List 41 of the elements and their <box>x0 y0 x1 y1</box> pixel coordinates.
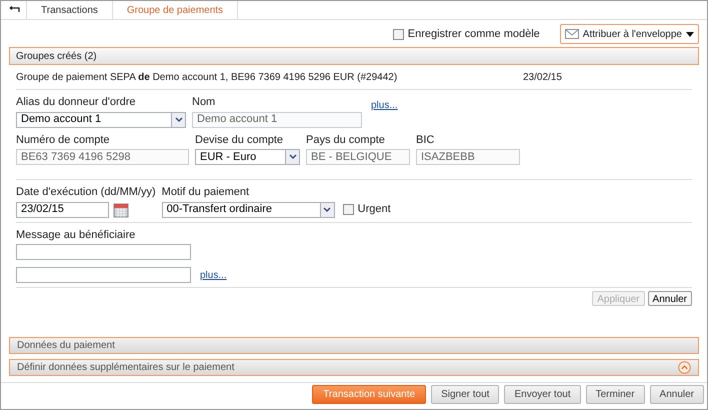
caret-icon <box>686 32 694 36</box>
dropdown-field[interactable]: 00-Transfert ordinaire <box>162 202 335 218</box>
section-header[interactable]: Groupes créés (2) <box>9 47 699 65</box>
chevron-up-icon[interactable] <box>678 361 691 374</box>
form-button[interactable]: Annuler <box>648 291 692 306</box>
footer-button[interactable]: Signer tout <box>431 385 500 404</box>
footer-button[interactable]: Envoyer tout <box>504 385 581 404</box>
field-label: BIC <box>416 132 436 148</box>
footer-button[interactable]: Terminer <box>586 385 645 404</box>
back-arrow-icon <box>8 6 20 14</box>
chevron-down-icon <box>285 150 299 164</box>
save-template-checkbox[interactable] <box>392 28 404 40</box>
input-field[interactable] <box>16 244 191 260</box>
breadcrumb-link[interactable]: Transactions <box>27 1 113 19</box>
chevron-down-icon <box>171 112 185 126</box>
field-label: Pays du compte <box>306 132 386 148</box>
field-label: Message au bénéficiaire <box>16 228 136 242</box>
dropdown-field[interactable]: Demo account 1 <box>16 112 186 128</box>
input-field[interactable] <box>16 267 191 283</box>
collapsed-panel[interactable]: Données du paiement <box>9 337 699 354</box>
chevron-down-icon <box>320 202 334 216</box>
input-field[interactable]: 23/02/15 <box>16 202 109 218</box>
dropdown-field[interactable]: EUR - Euro <box>195 149 300 165</box>
envelope-button[interactable]: Attribuer à l'enveloppe <box>560 24 699 44</box>
field-label: Nom <box>192 95 216 110</box>
more-link[interactable]: plus... <box>371 98 398 113</box>
more-link[interactable]: plus... <box>200 268 227 283</box>
field-label: Devise du compte <box>195 132 284 148</box>
envelope-icon <box>564 29 579 39</box>
group-title: Groupe de paiement SEPA de Demo account 1, BE96 7369 4196 5296 EUR (#29442) <box>16 71 398 85</box>
urgent-checkbox[interactable] <box>342 204 354 215</box>
field-label: Alias du donneur d'ordre <box>16 95 137 110</box>
field-label: Date d'exécution (dd/MM/yy) <box>16 185 156 200</box>
field-label: Motif du paiement <box>162 185 250 200</box>
checkbox-label: Urgent <box>358 202 391 217</box>
collapsed-panel[interactable]: Définir données supplémentaires sur le paiement <box>9 359 699 376</box>
footer-button[interactable]: Annuler <box>650 385 704 404</box>
group-date: 23/02/15 <box>523 71 562 85</box>
checkbox-label: Enregistrer comme modèle <box>408 26 540 42</box>
calendar-icon[interactable] <box>113 202 129 218</box>
field-label: Numéro de compte <box>16 132 111 148</box>
